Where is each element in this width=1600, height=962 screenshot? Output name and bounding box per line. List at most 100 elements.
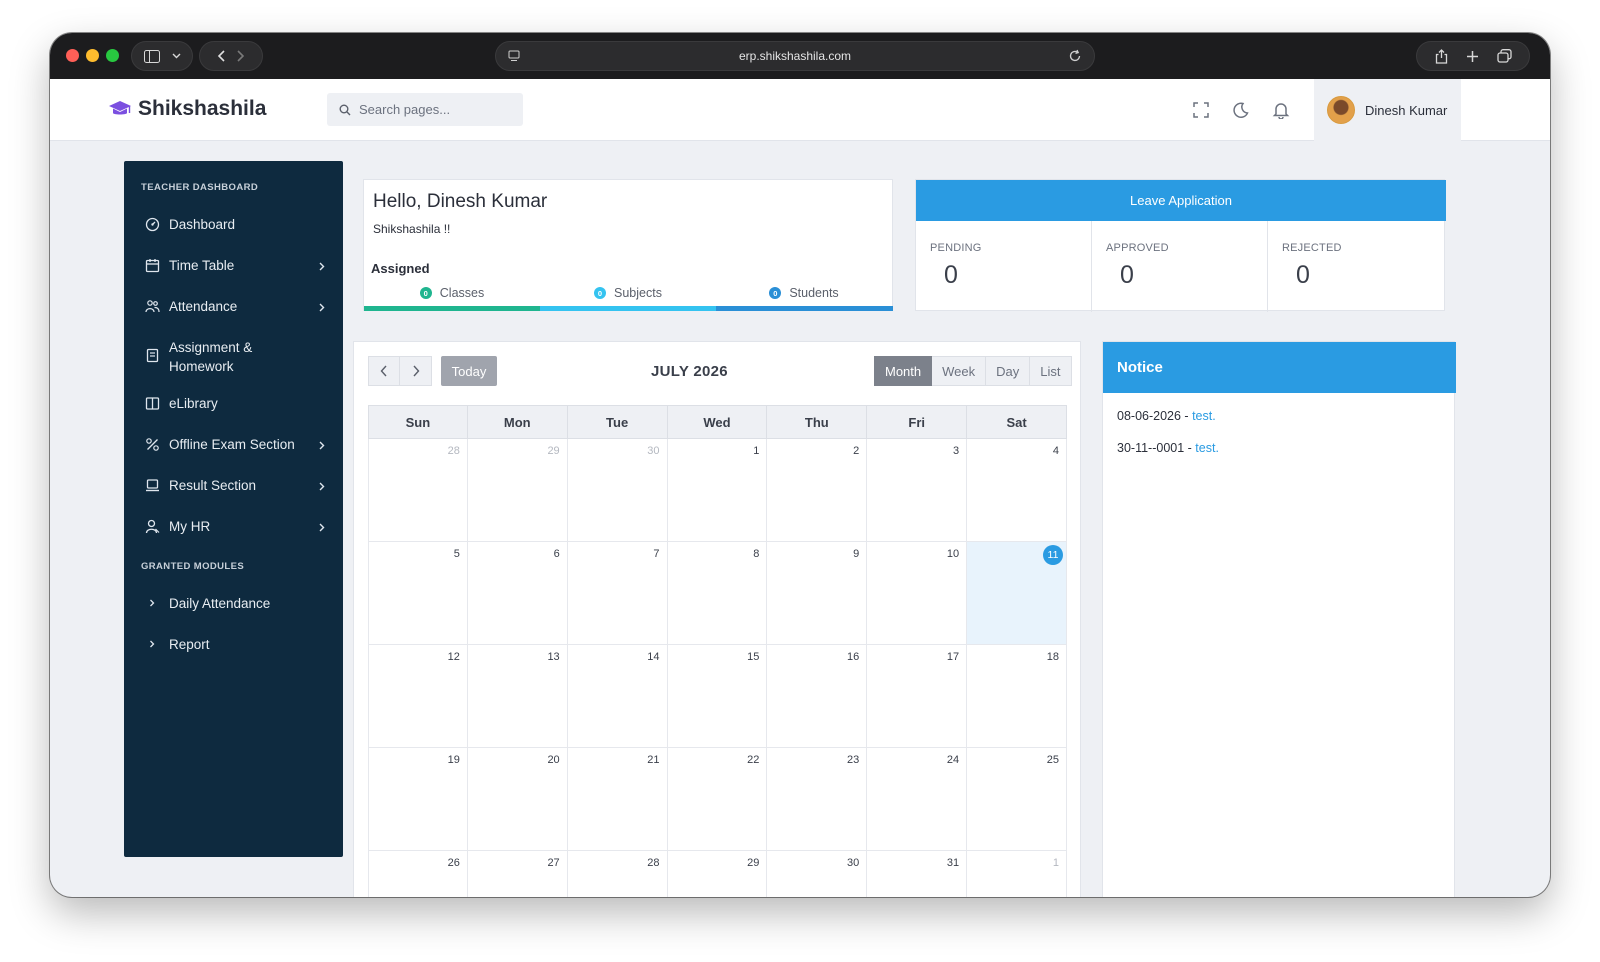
notice-item: 30-11--0001 - test.	[1117, 441, 1219, 455]
brand-logo[interactable]: Shikshashila	[108, 97, 266, 121]
sidebar-item-daily-attendance[interactable]: Daily Attendance	[124, 594, 343, 614]
calendar-day-cell[interactable]: 20	[467, 748, 568, 851]
calendar-day-cell[interactable]: 7	[567, 542, 668, 645]
calendar-day-cell[interactable]: 22	[667, 748, 768, 851]
assigned-students[interactable]: 0 Students	[716, 286, 892, 300]
search-box[interactable]	[327, 93, 523, 126]
dark-mode-icon[interactable]	[1232, 101, 1250, 119]
calendar-day-cell[interactable]: 26	[368, 851, 468, 897]
day-number: 6	[553, 548, 560, 560]
calendar-day-cell[interactable]: 4	[967, 439, 1067, 542]
calendar-day-cell[interactable]: 29	[467, 439, 568, 542]
assigned-label: Classes	[439, 286, 485, 300]
day-number: 15	[747, 651, 760, 663]
count-badge: 0	[769, 287, 782, 299]
weekday-header: Wed	[667, 405, 768, 439]
leave-stat-approved: APPROVED 0	[1092, 221, 1268, 312]
user-menu[interactable]: Dinesh Kumar	[1314, 79, 1461, 141]
search-input[interactable]	[359, 102, 509, 117]
zoom-window-button[interactable]	[106, 49, 119, 62]
calendar-day-cell[interactable]: 29	[668, 851, 768, 897]
sidebar-item-dashboard[interactable]: Dashboard	[124, 215, 343, 235]
calendar-day-cell[interactable]: 15	[667, 645, 768, 748]
sidebar-item-label: Daily Attendance	[169, 596, 271, 611]
calendar-day-cell[interactable]: 25	[967, 748, 1067, 851]
back-icon[interactable]	[217, 50, 225, 62]
sidebar-item-offline-exam[interactable]: Offline Exam Section	[124, 435, 343, 455]
calendar-day-cell[interactable]: 3	[867, 439, 968, 542]
leave-application-card: Leave Application PENDING 0 APPROVED 0 R…	[915, 179, 1446, 312]
new-tab-icon[interactable]	[1466, 50, 1479, 63]
day-number: 16	[847, 651, 860, 663]
calendar-day-cell[interactable]: 9	[767, 542, 868, 645]
site-settings-icon[interactable]	[508, 50, 520, 62]
view-day-button[interactable]: Day	[986, 356, 1031, 386]
calendar-card: Today JULY 2026 Month Week Day List Sun M…	[353, 341, 1081, 897]
bell-icon[interactable]	[1272, 101, 1290, 119]
view-month-button[interactable]: Month	[874, 356, 933, 386]
sidebar-item-attendance[interactable]: Attendance	[124, 297, 343, 317]
calendar-day-cell[interactable]: 18	[967, 645, 1067, 748]
assigned-classes[interactable]: 0 Classes	[364, 286, 540, 300]
assigned-subjects[interactable]: 0 Subjects	[540, 286, 716, 300]
calendar-day-cell[interactable]: 5	[368, 542, 468, 645]
notice-item: 08-06-2026 - test.	[1117, 409, 1216, 423]
sidebar-item-label: Assignment & Homework	[169, 340, 253, 374]
today-button[interactable]: Today	[441, 356, 497, 386]
calendar-day-cell[interactable]: 31	[867, 851, 968, 897]
sidebar-toggle-button[interactable]	[131, 41, 193, 71]
calendar-day-cell[interactable]: 2	[767, 439, 868, 542]
calendar-day-cell[interactable]: 8	[667, 542, 768, 645]
browser-chrome: erp.shikshashila.com	[50, 33, 1550, 79]
tabs-overview-icon[interactable]	[1496, 49, 1512, 63]
calendar-day-cell[interactable]: 30	[767, 851, 868, 897]
calendar-day-cell[interactable]: 27	[468, 851, 568, 897]
fullscreen-icon[interactable]	[1192, 101, 1210, 119]
address-bar[interactable]: erp.shikshashila.com	[495, 41, 1095, 71]
calendar-day-cell[interactable]: 6	[467, 542, 568, 645]
view-week-button[interactable]: Week	[932, 356, 987, 386]
calendar-day-cell[interactable]: 24	[867, 748, 968, 851]
sidebar-item-my-hr[interactable]: My HR	[124, 517, 343, 537]
calendar-day-cell[interactable]: 14	[567, 645, 668, 748]
calendar-day-cell[interactable]: 1	[967, 851, 1067, 897]
calendar-day-cell[interactable]: 28	[368, 439, 468, 542]
sidebar-item-time-table[interactable]: Time Table	[124, 256, 343, 276]
calendar-day-cell[interactable]: 28	[568, 851, 668, 897]
sidebar-item-assignment-homework[interactable]: Assignment & Homework	[124, 337, 343, 377]
sidebar-item-label: Result Section	[169, 478, 257, 493]
day-number: 20	[547, 754, 560, 766]
minimize-window-button[interactable]	[86, 49, 99, 62]
leave-application-title[interactable]: Leave Application	[916, 180, 1446, 221]
notice-link[interactable]: test.	[1195, 441, 1219, 455]
sidebar-item-elibrary[interactable]: eLibrary	[124, 394, 343, 414]
day-number: 3	[953, 445, 960, 457]
calendar-day-cell[interactable]: 23	[767, 748, 868, 851]
calendar-day-cell[interactable]: 19	[368, 748, 468, 851]
calendar-day-cell[interactable]: 16	[767, 645, 868, 748]
calendar-day-cell[interactable]: 1	[667, 439, 768, 542]
forward-icon[interactable]	[237, 50, 245, 62]
share-icon[interactable]	[1435, 48, 1448, 64]
notice-link[interactable]: test.	[1192, 409, 1216, 423]
calendar-day-cell[interactable]: 12	[368, 645, 468, 748]
avatar	[1327, 96, 1355, 124]
close-window-button[interactable]	[66, 49, 79, 62]
sidebar-item-result-section[interactable]: Result Section	[124, 476, 343, 496]
calendar-day-cell[interactable]: 10	[867, 542, 968, 645]
calendar-day-cell[interactable]: 21	[567, 748, 668, 851]
assigned-heading: Assigned	[371, 261, 430, 276]
leave-stat-pending: PENDING 0	[916, 221, 1092, 312]
calendar-day-cell[interactable]: 13	[467, 645, 568, 748]
next-month-button[interactable]	[400, 356, 432, 386]
sidebar: TEACHER DASHBOARD Dashboard Time Table A…	[124, 161, 343, 857]
calendar-day-cell[interactable]: 30	[567, 439, 668, 542]
reload-icon[interactable]	[1068, 49, 1082, 63]
calendar-day-cell[interactable]: 11	[967, 542, 1067, 645]
prev-month-button[interactable]	[368, 356, 400, 386]
assigned-label: Students	[789, 286, 839, 300]
calendar-nav	[368, 356, 432, 386]
view-list-button[interactable]: List	[1030, 356, 1072, 386]
sidebar-item-report[interactable]: Report	[124, 635, 343, 655]
calendar-day-cell[interactable]: 17	[867, 645, 968, 748]
